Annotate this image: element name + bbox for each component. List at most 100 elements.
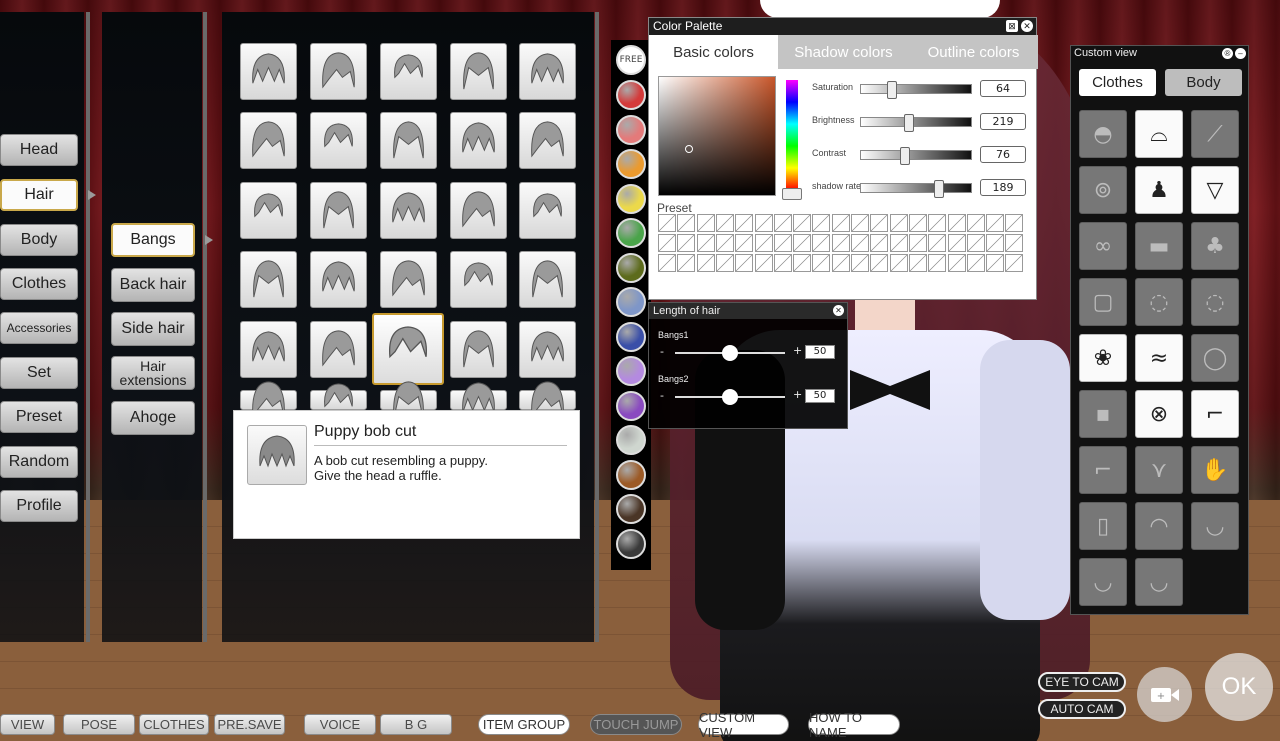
preset-slot[interactable]: [754, 234, 773, 252]
length-value-field[interactable]: 50: [805, 345, 835, 359]
color-swatch[interactable]: [616, 390, 646, 421]
preset-slot[interactable]: [812, 234, 831, 252]
preset-slot[interactable]: [966, 214, 985, 232]
camera-button[interactable]: +: [1137, 667, 1192, 722]
preset-slot[interactable]: [773, 254, 792, 272]
preset-slot[interactable]: [658, 254, 676, 272]
subcategory-bangs[interactable]: Bangs: [111, 223, 195, 257]
hair-style-thumb[interactable]: [450, 321, 507, 378]
hair-style-thumb[interactable]: [450, 182, 507, 239]
slider-track[interactable]: [860, 114, 972, 132]
preset-slot[interactable]: [696, 234, 715, 252]
hair-style-thumb[interactable]: [519, 321, 576, 378]
tab-shadow-colors[interactable]: Shadow colors: [779, 35, 908, 69]
category-set[interactable]: Set: [0, 357, 78, 389]
preset-slot[interactable]: [928, 234, 947, 252]
preset-slot[interactable]: [831, 234, 850, 252]
toolbar-item-group[interactable]: ITEM GROUP: [478, 714, 570, 735]
hair-style-thumb[interactable]: [372, 313, 444, 385]
hair-style-thumb[interactable]: [519, 112, 576, 169]
preset-slot[interactable]: [986, 254, 1005, 272]
length-knob[interactable]: [722, 345, 738, 361]
hair-style-thumb[interactable]: [310, 112, 367, 169]
camera-auto-cam[interactable]: AUTO CAM: [1038, 699, 1126, 719]
slider-knob[interactable]: [899, 147, 910, 165]
custom-view-item[interactable]: ♣: [1191, 222, 1239, 270]
custom-view-item[interactable]: ⋎: [1135, 446, 1183, 494]
custom-view-item[interactable]: ◌: [1191, 278, 1239, 326]
slider-value-field[interactable]: 219: [980, 113, 1026, 130]
preset-slot[interactable]: [677, 254, 696, 272]
color-swatch[interactable]: [616, 218, 646, 248]
close-icon[interactable]: ✕: [1021, 20, 1033, 32]
color-swatch[interactable]: [616, 183, 646, 214]
tab-outline-colors[interactable]: Outline colors: [909, 35, 1038, 69]
minus-button[interactable]: -: [660, 389, 664, 402]
color-picker-cursor[interactable]: [685, 145, 693, 153]
subcategory-ahoge[interactable]: Ahoge: [111, 401, 195, 435]
preset-slot[interactable]: [831, 214, 850, 232]
hair-style-thumb[interactable]: [380, 182, 437, 239]
preset-slot[interactable]: [754, 214, 773, 232]
preset-slot[interactable]: [658, 234, 676, 252]
preset-slot[interactable]: [966, 254, 985, 272]
hair-style-thumb[interactable]: [519, 380, 576, 418]
length-knob[interactable]: [722, 389, 738, 405]
color-swatch[interactable]: [616, 252, 646, 283]
custom-view-item[interactable]: ◓: [1079, 110, 1127, 158]
toolbar-b-g[interactable]: B G: [380, 714, 452, 735]
preset-slot[interactable]: [696, 214, 715, 232]
toolbar-pose[interactable]: POSE: [63, 714, 135, 735]
color-swatch[interactable]: [616, 459, 646, 490]
custom-view-item[interactable]: ◡: [1135, 558, 1183, 606]
preset-slot[interactable]: [793, 234, 812, 252]
category-profile[interactable]: Profile: [0, 490, 78, 522]
slider-track[interactable]: [860, 81, 972, 99]
category-hair[interactable]: Hair: [0, 179, 78, 211]
preset-slot[interactable]: [1005, 234, 1024, 252]
preset-slot[interactable]: [908, 214, 927, 232]
hair-style-thumb[interactable]: [450, 381, 507, 412]
length-track[interactable]: [675, 345, 785, 361]
hair-style-thumb[interactable]: [380, 43, 437, 100]
slider-value-field[interactable]: 76: [980, 146, 1026, 163]
hair-style-thumb[interactable]: [450, 251, 507, 308]
toolbar-how-to-name[interactable]: HOW TO NAME: [808, 710, 900, 740]
custom-view-item[interactable]: ▬: [1135, 222, 1183, 270]
free-color-button[interactable]: FREE: [616, 45, 646, 75]
hair-style-thumb[interactable]: [519, 43, 576, 100]
preset-slot[interactable]: [947, 234, 966, 252]
hair-style-thumb[interactable]: [240, 380, 297, 418]
hair-style-thumb[interactable]: [310, 321, 367, 378]
reset-icon[interactable]: ®: [1222, 48, 1233, 59]
hue-knob[interactable]: [782, 188, 802, 200]
hue-slider[interactable]: [782, 80, 802, 200]
color-swatch[interactable]: [616, 528, 646, 559]
preset-slot[interactable]: [870, 254, 889, 272]
hair-style-thumb[interactable]: [310, 182, 367, 239]
color-swatch[interactable]: [616, 114, 646, 145]
category-clothes[interactable]: Clothes: [0, 268, 78, 300]
subcategory-hair-extensions[interactable]: Hair extensions: [111, 356, 195, 390]
length-track[interactable]: [675, 389, 785, 405]
plus-button[interactable]: +: [793, 344, 802, 357]
toolbar-custom-view[interactable]: CUSTOM VIEW: [698, 710, 789, 740]
custom-view-item[interactable]: ⊗: [1135, 390, 1183, 438]
hair-style-thumb[interactable]: [380, 251, 437, 308]
preset-slot[interactable]: [658, 214, 676, 232]
preset-slot[interactable]: [870, 234, 889, 252]
custom-view-item[interactable]: ◌: [1135, 278, 1183, 326]
color-swatch[interactable]: [616, 425, 646, 455]
hair-style-thumb[interactable]: [519, 182, 576, 239]
preset-slot[interactable]: [735, 234, 754, 252]
preset-slot[interactable]: [735, 214, 754, 232]
hair-style-thumb[interactable]: [380, 112, 437, 169]
hair-style-thumb[interactable]: [450, 112, 507, 169]
hair-style-thumb[interactable]: [310, 251, 367, 308]
custom-view-item[interactable]: ◠: [1135, 502, 1183, 550]
preset-slot[interactable]: [831, 254, 850, 272]
category-random[interactable]: Random: [0, 446, 78, 478]
tab-basic-colors[interactable]: Basic colors: [649, 35, 778, 69]
color-swatch[interactable]: [616, 494, 646, 524]
preset-slot[interactable]: [715, 214, 734, 232]
